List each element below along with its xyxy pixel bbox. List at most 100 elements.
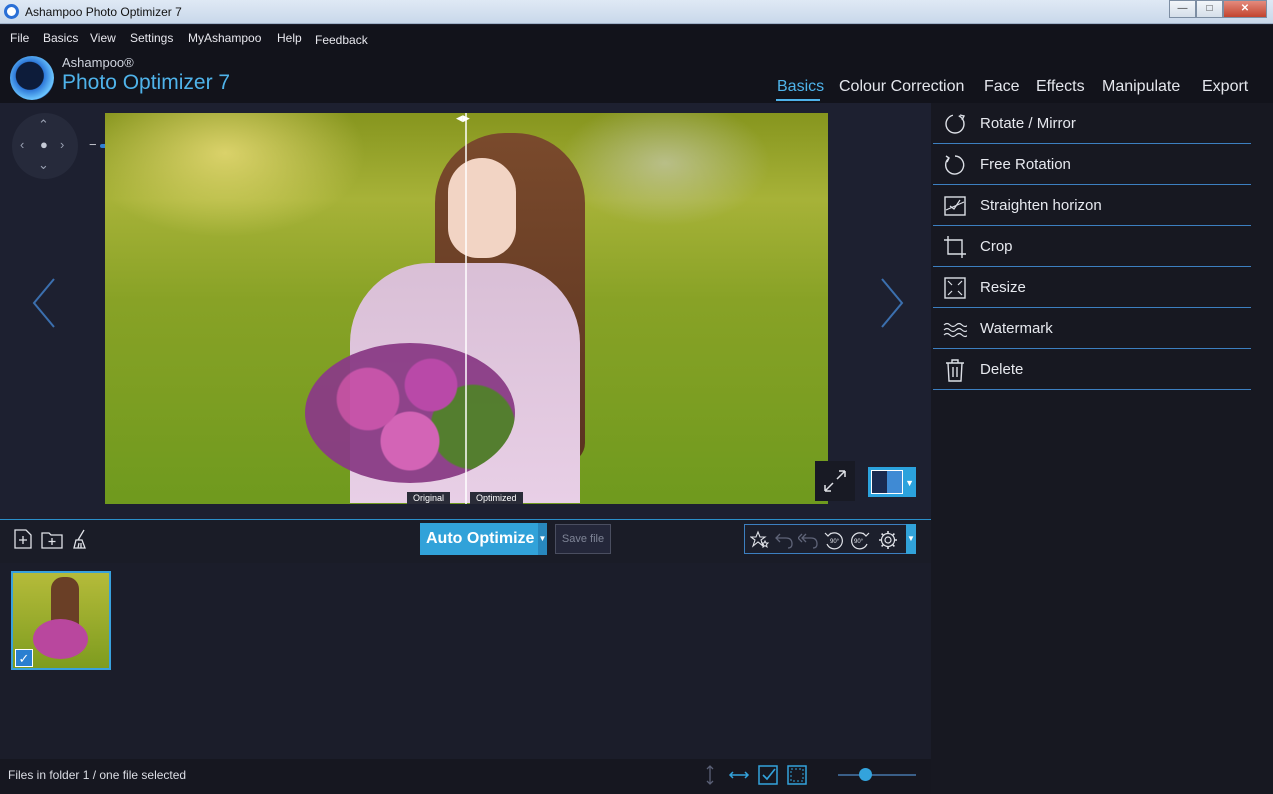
tab-basics[interactable]: Basics: [777, 78, 824, 96]
image-viewer: ⌃ ⌄ ‹ › ● − + ◀▶ Original Optimized: [0, 103, 931, 519]
chevron-down-icon[interactable]: ▼: [906, 524, 916, 554]
rotate-right-icon[interactable]: 90°: [850, 530, 870, 550]
status-bar: Files in folder 1 / one file selected: [0, 759, 931, 794]
tab-effects[interactable]: Effects: [1036, 78, 1085, 96]
menu-view[interactable]: View: [90, 31, 116, 45]
tab-colour-correction[interactable]: Colour Correction: [839, 78, 964, 96]
next-image-icon[interactable]: [874, 273, 908, 333]
logo-icon: [10, 56, 54, 100]
minimize-button[interactable]: —: [1169, 0, 1196, 18]
app-window: File Basics View Settings MyAshampoo Hel…: [0, 25, 1273, 794]
close-button[interactable]: ✕: [1223, 0, 1267, 18]
thumbnail-item[interactable]: ✓: [11, 571, 111, 670]
tab-export[interactable]: Export: [1202, 78, 1248, 96]
tool-delete[interactable]: Delete: [933, 349, 1251, 390]
select-all-icon[interactable]: [757, 764, 779, 786]
deselect-all-icon[interactable]: [786, 764, 808, 786]
photo-preview[interactable]: ◀▶ Original Optimized: [105, 113, 828, 504]
free-rotation-icon: [945, 155, 965, 175]
sort-horizontal-icon[interactable]: [728, 764, 750, 786]
tab-manipulate[interactable]: Manipulate: [1102, 78, 1180, 96]
split-handle-icon[interactable]: ◀▶: [456, 113, 470, 124]
sort-vertical-icon[interactable]: [699, 764, 721, 786]
tool-label: Crop: [980, 238, 1013, 255]
menu-myashampoo[interactable]: MyAshampoo: [188, 31, 261, 45]
tool-label: Resize: [980, 279, 1026, 296]
tool-straighten-horizon[interactable]: Straighten horizon: [933, 185, 1251, 226]
rotate-mirror-icon: [945, 114, 966, 134]
menu-file[interactable]: File: [10, 31, 29, 45]
original-label: Original: [407, 492, 451, 504]
tool-label: Rotate / Mirror: [980, 115, 1076, 132]
tool-label: Straighten horizon: [980, 197, 1102, 214]
chevron-down-icon[interactable]: ▼: [538, 523, 547, 555]
compare-split-line[interactable]: [465, 113, 467, 504]
quick-actions-group: 90° 90° ▼: [744, 524, 916, 554]
undo-all-icon[interactable]: [798, 530, 818, 550]
rotate-left-label: 90°: [830, 539, 840, 545]
straighten-horizon-icon: [944, 196, 966, 216]
pan-navigator[interactable]: ⌃ ⌄ ‹ › ●: [12, 113, 78, 179]
maximize-button[interactable]: □: [1196, 0, 1223, 18]
split-view-icon: [871, 470, 903, 494]
previous-image-icon[interactable]: [28, 273, 62, 333]
expand-icon: [824, 470, 846, 492]
pan-up-icon[interactable]: ⌃: [38, 117, 49, 133]
stars-icon[interactable]: [750, 530, 770, 550]
app-header: Ashampoo® Photo Optimizer 7 Basics Colou…: [0, 51, 1273, 103]
add-file-icon[interactable]: [12, 528, 34, 550]
tool-label: Delete: [980, 361, 1024, 378]
fullscreen-button[interactable]: [815, 461, 855, 501]
auto-optimize-button[interactable]: Auto Optimize ▼: [420, 523, 547, 555]
menu-feedback[interactable]: Feedback: [315, 33, 368, 47]
window-titlebar: Ashampoo Photo Optimizer 7 — □ ✕: [0, 0, 1273, 24]
compare-mode-button[interactable]: ▼: [868, 467, 916, 497]
zoom-out-button[interactable]: −: [89, 137, 97, 152]
clear-list-icon[interactable]: [70, 528, 92, 550]
menu-bar: File Basics View Settings MyAshampoo Hel…: [0, 25, 1273, 51]
thumbnail-browser: ✓: [0, 563, 931, 759]
window-controls: — □ ✕: [1169, 0, 1267, 18]
gear-icon[interactable]: [878, 530, 898, 550]
save-file-button[interactable]: Save file: [555, 524, 611, 554]
rotate-right-label: 90°: [854, 539, 864, 545]
bottom-toolbar: Auto Optimize ▼ Save file 90° 90° ▼: [0, 519, 931, 563]
brand-company: Ashampoo®: [62, 55, 134, 70]
trash-icon: [946, 359, 964, 382]
active-tab-indicator: [776, 99, 820, 101]
undo-icon[interactable]: [774, 530, 794, 550]
pan-left-icon[interactable]: ‹: [20, 137, 24, 152]
tool-rotate-mirror[interactable]: Rotate / Mirror: [933, 103, 1251, 144]
optimized-label: Optimized: [470, 492, 523, 504]
window-title: Ashampoo Photo Optimizer 7: [25, 5, 182, 19]
checkbox-checked-icon[interactable]: ✓: [15, 649, 33, 667]
tool-label: Watermark: [980, 320, 1053, 337]
thumbnail-size-slider[interactable]: [838, 774, 916, 776]
resize-icon: [944, 277, 966, 299]
photo-subject-flowers: [305, 343, 515, 483]
pan-right-icon[interactable]: ›: [60, 137, 64, 152]
add-folder-icon[interactable]: [41, 528, 63, 550]
watermark-icon: [943, 322, 967, 338]
tool-watermark[interactable]: Watermark: [933, 308, 1251, 349]
tool-crop[interactable]: Crop: [933, 226, 1251, 267]
menu-help[interactable]: Help: [277, 31, 302, 45]
thumbnail-flowers: [33, 619, 88, 659]
tool-label: Free Rotation: [980, 156, 1071, 173]
crop-icon: [944, 236, 966, 258]
menu-settings[interactable]: Settings: [130, 31, 173, 45]
basics-tool-panel: Rotate / Mirror Free Rotation Straighten…: [931, 103, 1273, 794]
pan-down-icon[interactable]: ⌄: [38, 157, 49, 173]
status-text: Files in folder 1 / one file selected: [8, 768, 187, 782]
app-icon: [4, 4, 19, 19]
auto-optimize-label: Auto Optimize: [426, 530, 535, 547]
tab-face[interactable]: Face: [984, 78, 1020, 96]
rotate-left-icon[interactable]: 90°: [824, 530, 844, 550]
thumbnail-size-handle[interactable]: [859, 768, 873, 781]
chevron-down-icon[interactable]: ▼: [905, 478, 914, 488]
menu-basics[interactable]: Basics: [43, 31, 78, 45]
tool-free-rotation[interactable]: Free Rotation: [933, 144, 1251, 185]
photo-subject-face: [448, 158, 516, 258]
tool-resize[interactable]: Resize: [933, 267, 1251, 308]
pan-center-icon[interactable]: ●: [40, 137, 48, 152]
